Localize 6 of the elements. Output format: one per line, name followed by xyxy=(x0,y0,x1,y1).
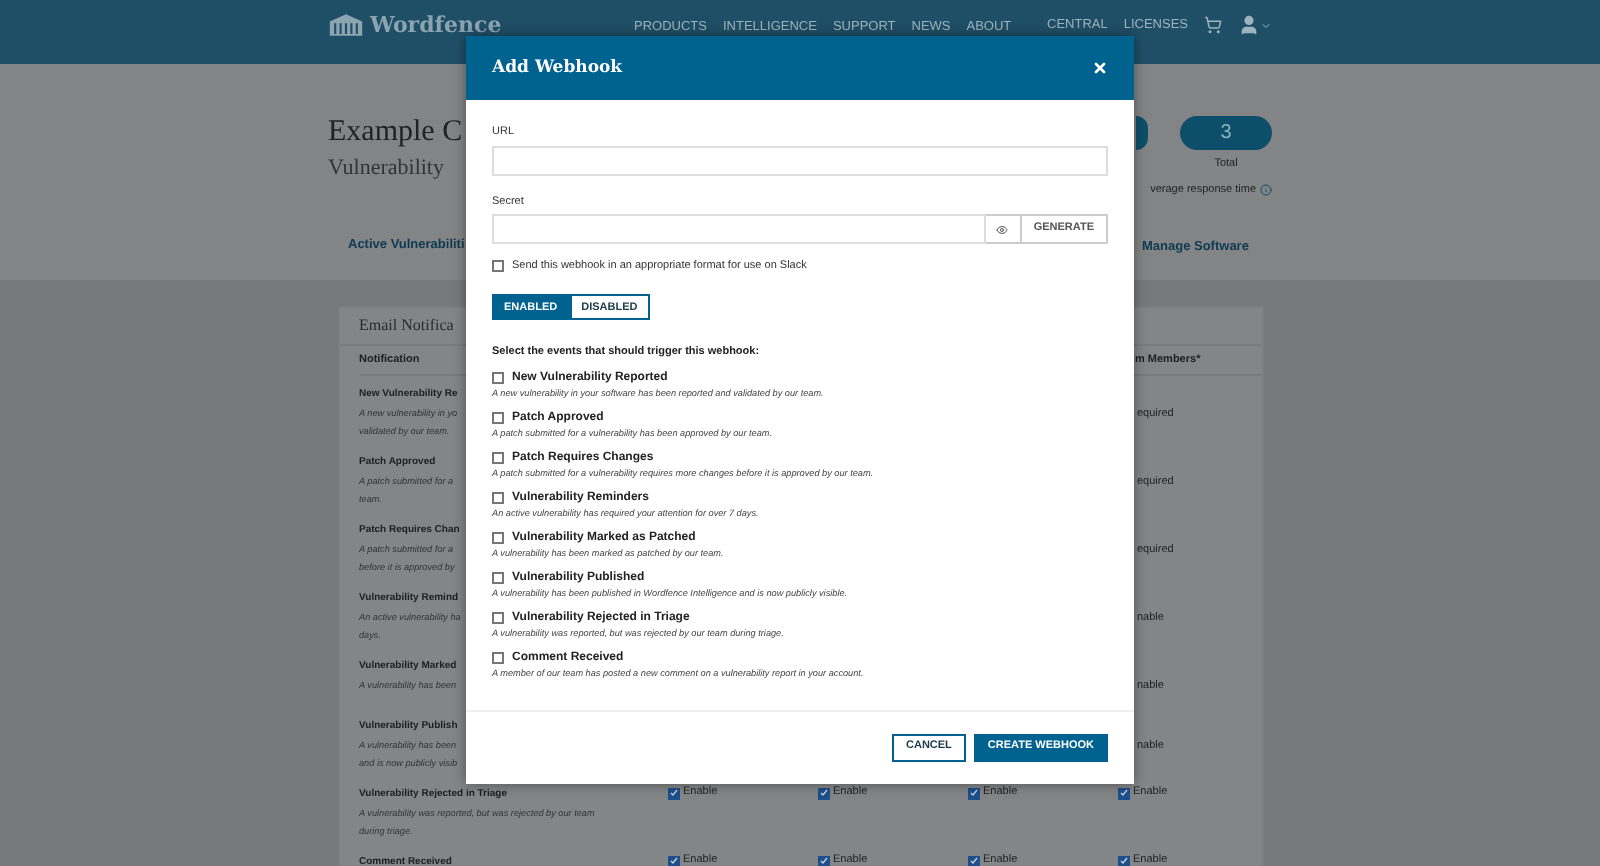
page-title: Example C xyxy=(328,114,465,150)
card-title: Email Notifica xyxy=(359,314,454,338)
logo-text[interactable]: Wordfence xyxy=(370,14,502,36)
dialog-title: Add Webhook xyxy=(492,55,623,81)
page-subtitle: Vulnerability xyxy=(328,154,446,182)
stat-pill: 3 xyxy=(1180,116,1272,150)
